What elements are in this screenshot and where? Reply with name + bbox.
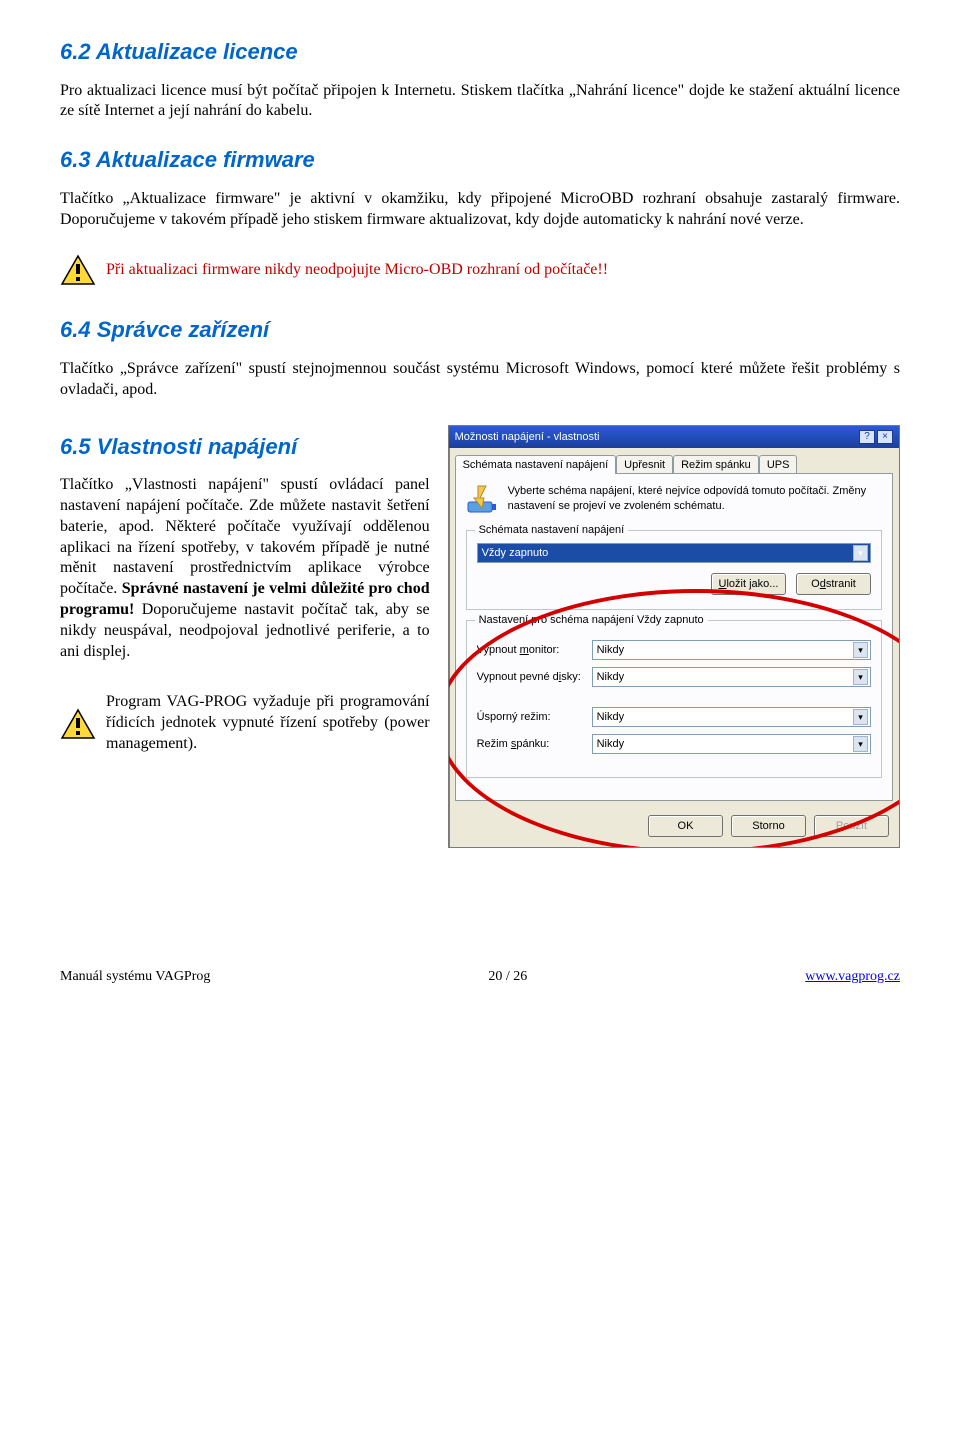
- chevron-down-icon[interactable]: ▾: [853, 669, 868, 685]
- warning-icon: [60, 254, 96, 286]
- power-options-dialog: Možnosti napájení - vlastnosti ? × Schém…: [448, 425, 900, 849]
- body-6-5a: Tlačítko „Vlastnosti napájení" spustí ov…: [60, 476, 430, 597]
- tab-schemes[interactable]: Schémata nastavení napájení: [455, 455, 617, 474]
- chevron-down-icon[interactable]: ▾: [853, 736, 868, 752]
- monitor-dropdown[interactable]: Nikdy ▾: [592, 640, 871, 660]
- tab-advanced[interactable]: Upřesnit: [616, 455, 673, 474]
- tabs: Schémata nastavení napájení Upřesnit Rež…: [449, 448, 899, 473]
- dialog-info-text: Vyberte schéma napájení, které nejvíce o…: [508, 484, 882, 514]
- help-button[interactable]: ?: [859, 430, 875, 444]
- group-settings: Nastavení pro schéma napájení Vždy zapnu…: [466, 620, 882, 778]
- label-monitor: Vypnout monitor:: [477, 643, 592, 657]
- delete-button[interactable]: Odstranit: [796, 573, 871, 595]
- heading-6-3: 6.3 Aktualizace firmware: [60, 146, 900, 175]
- disks-dropdown[interactable]: Nikdy ▾: [592, 667, 871, 687]
- hibernate-dropdown[interactable]: Nikdy ▾: [592, 734, 871, 754]
- chevron-down-icon[interactable]: ▾: [853, 709, 868, 725]
- dialog-titlebar[interactable]: Možnosti napájení - vlastnosti ? ×: [449, 426, 899, 448]
- row-disks: Vypnout pevné disky: Vypnout pevné disky…: [477, 667, 871, 687]
- save-as-button[interactable]: UUložit jako...ložit jako...: [711, 573, 786, 595]
- scheme-value: Vždy zapnuto: [482, 546, 549, 560]
- standby-dropdown[interactable]: Nikdy ▾: [592, 707, 871, 727]
- cancel-button[interactable]: Storno: [731, 815, 806, 837]
- tab-ups[interactable]: UPS: [759, 455, 798, 474]
- page-footer: Manuál systému VAGProg 20 / 26 www.vagpr…: [60, 968, 900, 986]
- body-6-3: Tlačítko „Aktualizace firmware" je aktiv…: [60, 189, 900, 231]
- power-icon: [466, 484, 498, 516]
- body-6-2: Pro aktualizaci licence musí být počítač…: [60, 81, 900, 123]
- disks-value: Nikdy: [597, 670, 625, 684]
- label-standby: Úsporný režim:: [477, 710, 592, 724]
- footer-left: Manuál systému VAGProg: [60, 968, 210, 986]
- scheme-dropdown[interactable]: Vždy zapnuto ▾: [477, 543, 871, 563]
- group-schemes-legend: Schémata nastavení napájení: [475, 523, 629, 537]
- warning-icon: [60, 708, 96, 740]
- label-disks: Vypnout pevné disky:: [477, 670, 592, 684]
- label-hibernate: Režim spánku:: [477, 737, 592, 751]
- heading-6-5: 6.5 Vlastnosti napájení: [60, 433, 430, 462]
- tab-hibernate[interactable]: Režim spánku: [673, 455, 759, 474]
- row-hibernate: Režim spánku: Režim spánku: Nikdy ▾: [477, 734, 871, 754]
- apply-button[interactable]: Použít: [814, 815, 889, 837]
- group-schemes: Schémata nastavení napájení Vždy zapnuto…: [466, 530, 882, 610]
- warning-power-text: Program VAG-PROG vyžaduje při programová…: [106, 692, 430, 754]
- warning-firmware-text: Při aktualizaci firmware nikdy neodpojuj…: [106, 260, 608, 281]
- ok-button[interactable]: OK: [648, 815, 723, 837]
- dialog-buttons: OK Storno Použít Použít: [449, 807, 899, 847]
- warning-power: Program VAG-PROG vyžaduje při programová…: [60, 692, 430, 754]
- close-button[interactable]: ×: [877, 430, 893, 444]
- row-monitor: Vypnout monitor: Vypnout monitor: Nikdy …: [477, 640, 871, 660]
- hibernate-value: Nikdy: [597, 737, 625, 751]
- heading-6-4: 6.4 Správce zařízení: [60, 316, 900, 345]
- body-6-5: Tlačítko „Vlastnosti napájení" spustí ov…: [60, 475, 430, 662]
- chevron-down-icon[interactable]: ▾: [853, 545, 868, 561]
- chevron-down-icon[interactable]: ▾: [853, 642, 868, 658]
- monitor-value: Nikdy: [597, 643, 625, 657]
- standby-value: Nikdy: [597, 710, 625, 724]
- dialog-title: Možnosti napájení - vlastnosti: [455, 430, 600, 444]
- group-settings-legend: Nastavení pro schéma napájení Vždy zapnu…: [475, 613, 708, 627]
- dialog-panel: Vyberte schéma napájení, které nejvíce o…: [455, 473, 893, 801]
- footer-center: 20 / 26: [488, 968, 527, 986]
- body-6-4: Tlačítko „Správce zařízení" spustí stejn…: [60, 359, 900, 401]
- row-standby: Úsporný režim: Nikdy ▾: [477, 707, 871, 727]
- footer-link[interactable]: www.vagprog.cz: [805, 968, 900, 986]
- heading-6-2: 6.2 Aktualizace licence: [60, 38, 900, 67]
- warning-firmware: Při aktualizaci firmware nikdy neodpojuj…: [60, 254, 900, 286]
